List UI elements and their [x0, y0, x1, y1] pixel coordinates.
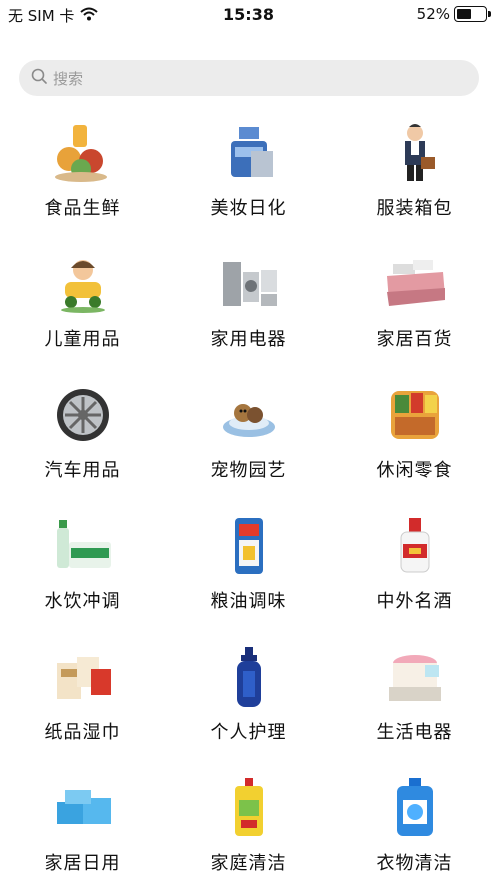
category-item[interactable]: 纸品湿巾 [0, 642, 165, 762]
category-item[interactable]: 汽车用品 [0, 380, 165, 500]
grain-oil-icon [214, 511, 284, 581]
personal-care-icon [214, 642, 284, 712]
category-label: 中外名酒 [376, 591, 453, 612]
category-label: 美妆日化 [210, 198, 287, 219]
category-item[interactable]: 衣物清洁 [332, 773, 497, 893]
liquor-icon [380, 511, 450, 581]
category-item[interactable]: 美妆日化 [166, 118, 331, 238]
pet-garden-icon [214, 380, 284, 450]
search-placeholder: 搜索 [53, 69, 84, 88]
cosmetics-icon [214, 118, 284, 188]
category-label: 宠物园艺 [210, 460, 287, 481]
household-daily-icon [48, 773, 118, 843]
search-icon [31, 68, 47, 88]
kids-products-icon [48, 249, 118, 319]
category-label: 粮油调味 [210, 591, 287, 612]
category-label: 纸品湿巾 [44, 722, 121, 743]
category-label: 衣物清洁 [376, 853, 453, 874]
category-label: 家庭清洁 [210, 853, 287, 874]
home-cleaning-icon [214, 773, 284, 843]
drinks-icon [48, 511, 118, 581]
category-label: 家居百货 [376, 329, 453, 350]
category-item[interactable]: 水饮冲调 [0, 511, 165, 631]
category-label: 儿童用品 [44, 329, 121, 350]
search-input[interactable]: 搜索 [19, 60, 479, 96]
battery-icon [454, 6, 491, 22]
category-label: 服装箱包 [376, 198, 453, 219]
category-item[interactable]: 个人护理 [166, 642, 331, 762]
category-item[interactable]: 家居百货 [332, 249, 497, 369]
category-item[interactable]: 粮油调味 [166, 511, 331, 631]
home-appliances-icon [214, 249, 284, 319]
status-right: 52% [416, 5, 491, 23]
category-item[interactable]: 家居日用 [0, 773, 165, 893]
laundry-icon [380, 773, 450, 843]
small-appliances-icon [380, 642, 450, 712]
battery-fill [457, 9, 472, 19]
fresh-food-icon [48, 118, 118, 188]
category-item[interactable]: 家用电器 [166, 249, 331, 369]
category-item[interactable]: 生活电器 [332, 642, 497, 762]
category-item[interactable]: 食品生鲜 [0, 118, 165, 238]
paper-wipes-icon [48, 642, 118, 712]
category-label: 食品生鲜 [44, 198, 121, 219]
category-item[interactable]: 休闲零食 [332, 380, 497, 500]
auto-products-icon [48, 380, 118, 450]
battery-percent: 52% [416, 5, 450, 23]
apparel-bags-icon [380, 118, 450, 188]
category-item[interactable]: 服装箱包 [332, 118, 497, 238]
category-label: 休闲零食 [376, 460, 453, 481]
category-label: 家居日用 [44, 853, 121, 874]
status-bar: 无 SIM 卡 15:38 52% [0, 0, 497, 30]
category-label: 生活电器 [376, 722, 453, 743]
home-goods-icon [380, 249, 450, 319]
category-item[interactable]: 中外名酒 [332, 511, 497, 631]
category-item[interactable]: 家庭清洁 [166, 773, 331, 893]
category-item[interactable]: 宠物园艺 [166, 380, 331, 500]
category-label: 水饮冲调 [44, 591, 121, 612]
category-item[interactable]: 儿童用品 [0, 249, 165, 369]
category-label: 个人护理 [210, 722, 287, 743]
category-label: 汽车用品 [44, 460, 121, 481]
category-label: 家用电器 [210, 329, 287, 350]
snacks-icon [380, 380, 450, 450]
